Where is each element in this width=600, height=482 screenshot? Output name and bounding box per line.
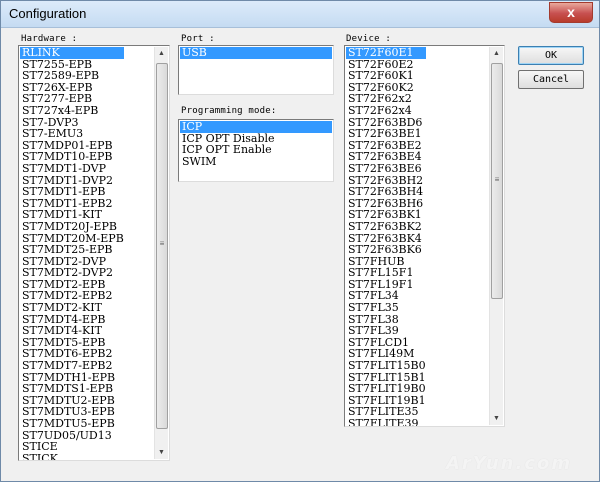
scroll-up-icon[interactable]: ▲	[155, 47, 168, 60]
hardware-item[interactable]: ST7MDT2-KIT	[20, 302, 124, 314]
hardware-item[interactable]: ST7MDT1-EPB	[20, 186, 124, 198]
device-scrollbar[interactable]: ▲ ≡ ▼	[489, 47, 503, 425]
device-items: ST72F60E1 ST72F60E2 ST72F60K1 ST72F60K2 ST72…	[346, 47, 426, 426]
title-bar[interactable]: Configuration x	[1, 1, 599, 28]
port-label: Port :	[181, 34, 215, 44]
device-item[interactable]: ST72F63BE1	[346, 128, 426, 140]
port-item[interactable]: USB	[180, 47, 332, 59]
programming-mode-items: ICP ICP OPT Disable ICP OPT Enable SWIM	[180, 121, 332, 167]
grip-icon: ≡	[494, 175, 500, 184]
hardware-item[interactable]: ST7MDT20J-EPB	[20, 221, 124, 233]
hardware-item[interactable]: ST7MDT1-DVP	[20, 163, 124, 175]
device-item[interactable]: ST72F63BH4	[346, 186, 426, 198]
device-item[interactable]: ST72F63BK6	[346, 244, 426, 256]
hardware-item[interactable]: RLINK	[20, 47, 124, 59]
hardware-item[interactable]: STICK	[20, 453, 124, 460]
programming-mode-item[interactable]: ICP	[180, 121, 332, 133]
device-item[interactable]: ST7FLITE39	[346, 418, 426, 426]
scroll-down-icon[interactable]: ▼	[155, 446, 168, 459]
grip-icon: ≡	[159, 239, 165, 248]
device-item[interactable]: ST72F62x4	[346, 105, 426, 117]
hardware-item[interactable]: ST7-EMU3	[20, 128, 124, 140]
close-button[interactable]: x	[549, 2, 593, 23]
hardware-label: Hardware :	[21, 34, 78, 44]
hardware-item[interactable]: ST7MDTU5-EPB	[20, 418, 124, 430]
close-icon: x	[567, 4, 575, 20]
device-item[interactable]: ST72F60E1	[346, 47, 426, 59]
hardware-list[interactable]: RLINK ST7255-EPB ST72589-EPB ST726X-EPB ST72…	[18, 45, 170, 461]
port-items: USB	[180, 47, 332, 59]
device-item[interactable]: ST72F63BK2	[346, 221, 426, 233]
programming-mode-label: Programming mode:	[181, 106, 277, 116]
hardware-scrollbar[interactable]: ▲ ≡ ▼	[154, 47, 168, 459]
device-item[interactable]: ST7FL35	[346, 302, 426, 314]
ok-button[interactable]: OK	[518, 46, 584, 65]
hardware-item[interactable]: ST727x4-EPB	[20, 105, 124, 117]
device-label: Device :	[346, 34, 391, 44]
hardware-items: RLINK ST7255-EPB ST72589-EPB ST726X-EPB ST72…	[20, 47, 124, 460]
port-list[interactable]: USB	[178, 45, 334, 95]
scroll-thumb[interactable]: ≡	[491, 63, 503, 299]
programming-mode-list[interactable]: ICP ICP OPT Disable ICP OPT Enable SWIM	[178, 119, 334, 182]
hardware-item[interactable]: ST7MDT25-EPB	[20, 244, 124, 256]
window-title: Configuration	[9, 6, 87, 21]
device-item[interactable]: ST72F63BE6	[346, 163, 426, 175]
hardware-item[interactable]: ST7MDT7-EPB2	[20, 360, 124, 372]
configuration-dialog: Configuration x Hardware : RLINK ST7255-E…	[0, 0, 600, 482]
device-item[interactable]: ST7FLIT15B0	[346, 360, 426, 372]
scroll-thumb[interactable]: ≡	[156, 63, 168, 429]
scroll-up-icon[interactable]: ▲	[490, 47, 503, 60]
cancel-button[interactable]: Cancel	[518, 70, 584, 89]
device-list[interactable]: ST72F60E1 ST72F60E2 ST72F60K1 ST72F60K2 ST72…	[344, 45, 505, 427]
scroll-down-icon[interactable]: ▼	[490, 412, 503, 425]
watermark-text: ArYun.com	[446, 453, 573, 474]
programming-mode-item[interactable]: SWIM	[180, 156, 332, 168]
